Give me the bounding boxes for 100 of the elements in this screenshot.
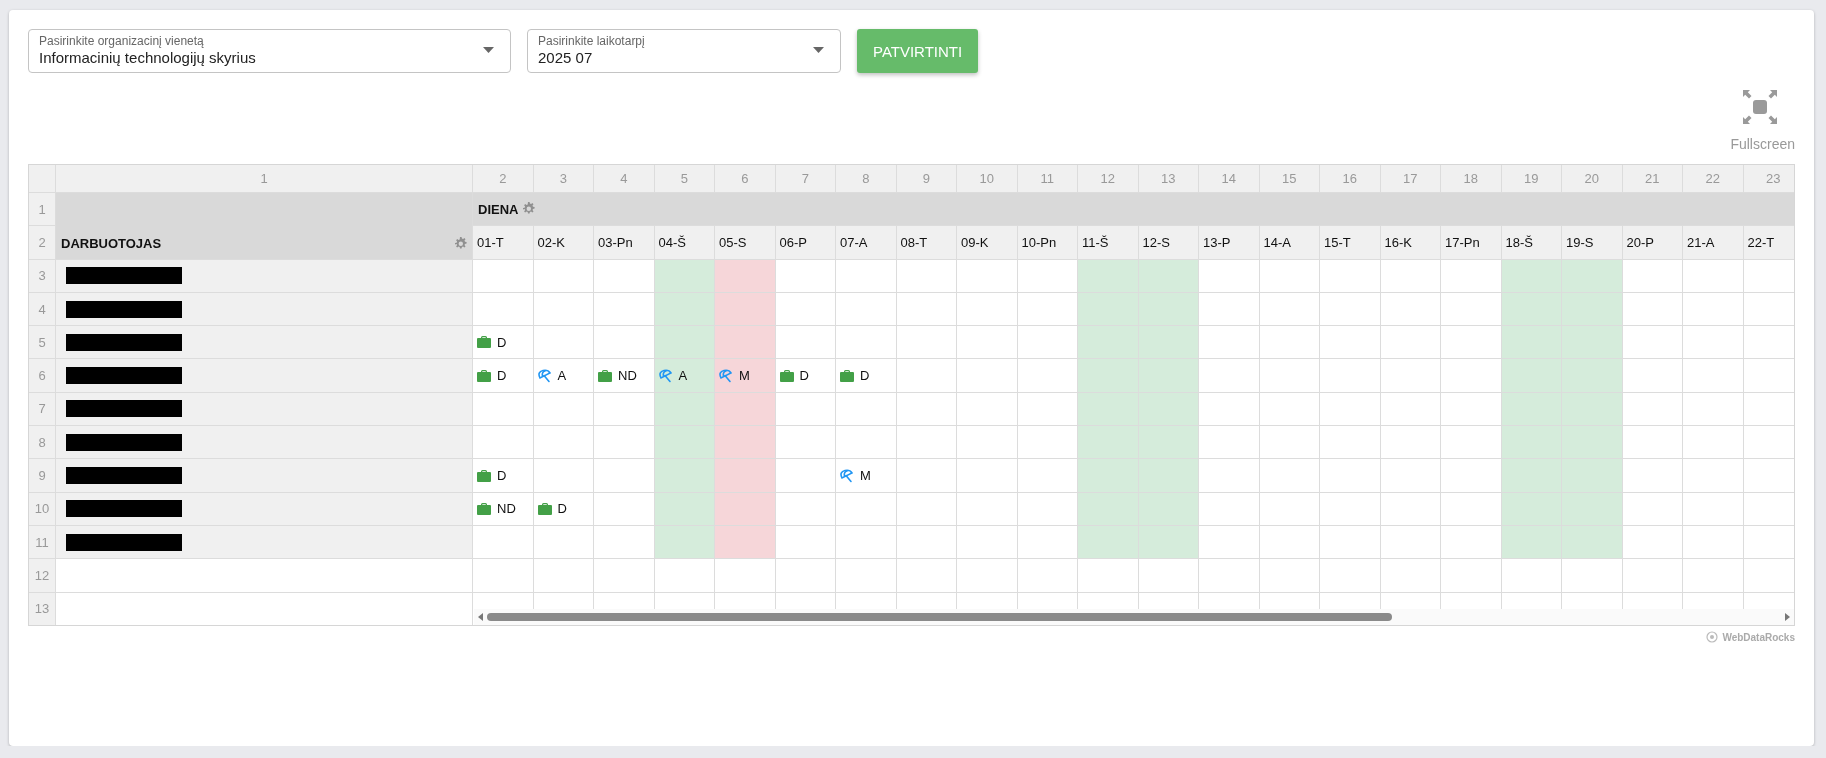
table-cell bbox=[1380, 259, 1441, 293]
table-cell bbox=[1441, 326, 1502, 360]
day-header: 02-K bbox=[533, 226, 594, 260]
row-number: 12 bbox=[29, 559, 56, 593]
table-cell bbox=[1683, 426, 1744, 460]
table-cell bbox=[896, 392, 957, 427]
field-label: Pasirinkite laikotarpį bbox=[538, 34, 646, 48]
column-number: 13 bbox=[1138, 165, 1199, 193]
table-cell bbox=[957, 492, 1018, 526]
table-cell bbox=[1683, 525, 1744, 560]
table-cell bbox=[1259, 359, 1320, 393]
table-cell bbox=[957, 459, 1018, 493]
day-header: 03-Pn bbox=[594, 226, 655, 260]
table-cell bbox=[1683, 259, 1744, 293]
table-cell bbox=[1199, 525, 1260, 560]
cell-code: D bbox=[497, 468, 507, 483]
table-cell bbox=[533, 259, 594, 293]
table-cell bbox=[1501, 292, 1562, 327]
table-cell bbox=[1199, 326, 1260, 360]
day-header: 12-S bbox=[1138, 226, 1199, 260]
table-cell bbox=[1078, 292, 1139, 327]
cell-code: ND bbox=[618, 368, 637, 384]
settings-icon[interactable] bbox=[454, 236, 468, 251]
confirm-button[interactable]: PATVIRTINTI bbox=[857, 29, 979, 73]
column-number: 16 bbox=[1320, 165, 1381, 193]
column-number: 14 bbox=[1199, 165, 1260, 193]
table-cell bbox=[1562, 326, 1623, 360]
table-cell bbox=[1199, 426, 1260, 460]
table-cell bbox=[1078, 492, 1139, 526]
column-number: 23 bbox=[1743, 165, 1794, 193]
dropdown-field[interactable]: Pasirinkite laikotarpį 2025 07 bbox=[527, 29, 841, 73]
table-cell bbox=[896, 525, 957, 560]
table-cell bbox=[1380, 326, 1441, 360]
column-number: 6 bbox=[715, 165, 776, 193]
table-cell bbox=[594, 525, 655, 560]
table-cell bbox=[1199, 259, 1260, 293]
row-number: 10 bbox=[29, 492, 56, 526]
table-cell bbox=[1441, 292, 1502, 327]
table-cell bbox=[1259, 326, 1320, 360]
table-cell bbox=[1501, 259, 1562, 293]
table-cell bbox=[1259, 259, 1320, 293]
day-header: 10-Pn bbox=[1017, 226, 1078, 260]
day-header: 14-A bbox=[1259, 226, 1320, 260]
table-cell bbox=[1683, 359, 1744, 393]
briefcase-icon bbox=[477, 502, 491, 515]
column-number: 12 bbox=[1078, 165, 1139, 193]
field-label: Pasirinkite organizacinį vienetą bbox=[39, 34, 205, 48]
row-number: 11 bbox=[29, 525, 56, 560]
dropdown-field[interactable]: Pasirinkite organizacinį vienetą Informacinių technologijų skyrius bbox=[28, 29, 511, 73]
table-cell bbox=[654, 259, 715, 293]
column-number: 9 bbox=[896, 165, 957, 193]
table-cell bbox=[957, 292, 1018, 327]
table-cell bbox=[1078, 359, 1139, 393]
table-cell bbox=[836, 525, 897, 560]
table-cell bbox=[654, 492, 715, 526]
cell-code: ND bbox=[497, 501, 516, 517]
table-cell bbox=[1259, 392, 1320, 427]
fullscreen-icon[interactable] bbox=[1743, 90, 1777, 124]
day-header: 06-P bbox=[775, 226, 836, 260]
table-cell bbox=[1380, 459, 1441, 493]
column-number: 10 bbox=[957, 165, 1018, 193]
table-cell bbox=[1380, 492, 1441, 526]
day-header: 01-T bbox=[473, 226, 534, 260]
table-cell bbox=[775, 492, 836, 526]
table-cell bbox=[1320, 492, 1381, 526]
table-cell bbox=[957, 359, 1018, 393]
table-cell bbox=[1078, 392, 1139, 427]
column-number: 18 bbox=[1441, 165, 1502, 193]
briefcase-icon bbox=[537, 502, 552, 515]
credit-text[interactable]: WebDataRocks bbox=[1722, 631, 1795, 643]
scroll-right-icon bbox=[1785, 613, 1790, 621]
table-cell bbox=[1622, 259, 1683, 293]
table-cell bbox=[775, 292, 836, 327]
settings-icon[interactable] bbox=[522, 202, 537, 217]
table-cell bbox=[1078, 326, 1139, 360]
column-number: 19 bbox=[1501, 165, 1562, 193]
table-cell bbox=[1017, 326, 1078, 360]
table-cell bbox=[1259, 525, 1320, 560]
table-cell bbox=[715, 292, 776, 327]
column-number: 7 bbox=[775, 165, 836, 193]
briefcase-icon bbox=[779, 369, 794, 382]
scroll-left-icon bbox=[478, 613, 483, 621]
column-number: 21 bbox=[1622, 165, 1683, 193]
scrollbar-thumb[interactable] bbox=[487, 613, 1392, 621]
table-cell bbox=[1199, 292, 1260, 327]
table-cell bbox=[1017, 359, 1078, 393]
day-header: 13-P bbox=[1199, 226, 1260, 260]
table-cell bbox=[654, 525, 715, 560]
table-cell bbox=[1320, 459, 1381, 493]
horizontal-scrollbar[interactable] bbox=[474, 609, 1794, 625]
table-cell bbox=[1622, 426, 1683, 460]
table-cell bbox=[715, 426, 776, 460]
field-value: Informacinių technologijų skyrius bbox=[39, 48, 257, 68]
table-cell bbox=[775, 259, 836, 293]
table-cell bbox=[594, 259, 655, 293]
table-cell bbox=[1683, 292, 1744, 327]
day-header: 18-Š bbox=[1501, 226, 1562, 260]
table-cell bbox=[1259, 426, 1320, 460]
briefcase-icon bbox=[477, 369, 491, 382]
fullscreen-label[interactable]: Fullscreen bbox=[1730, 136, 1795, 152]
